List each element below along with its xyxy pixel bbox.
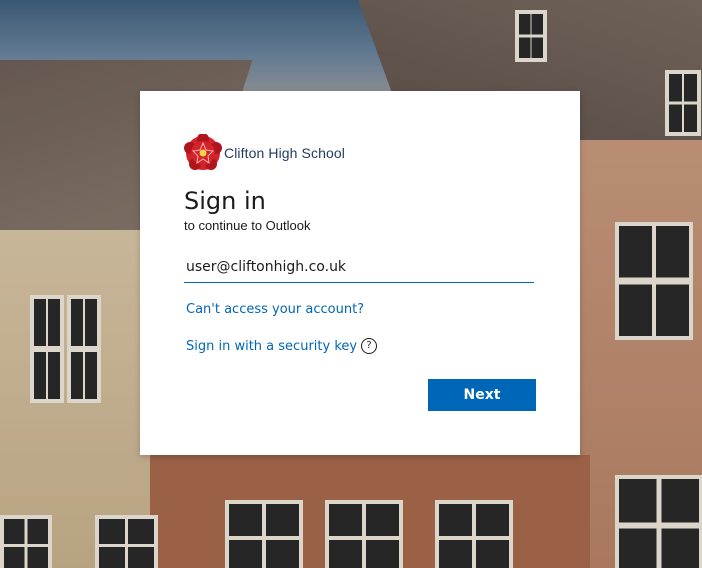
sign-in-card: Clifton High School Sign in to continue … [140,91,580,455]
cant-access-account-link[interactable]: Can't access your account? [186,302,364,317]
help-icon[interactable]: ? [361,338,378,354]
org-logo: Clifton High School [184,133,345,173]
next-button[interactable]: Next [428,379,536,411]
page-title: Sign in [184,187,266,215]
org-name: Clifton High School [224,145,345,161]
rose-crest-icon [184,134,222,172]
security-key-link[interactable]: Sign in with a security key ? [186,338,378,354]
email-field[interactable] [184,251,534,283]
page-subtitle: to continue to Outlook [184,218,311,233]
security-key-link-label: Sign in with a security key [186,338,358,354]
